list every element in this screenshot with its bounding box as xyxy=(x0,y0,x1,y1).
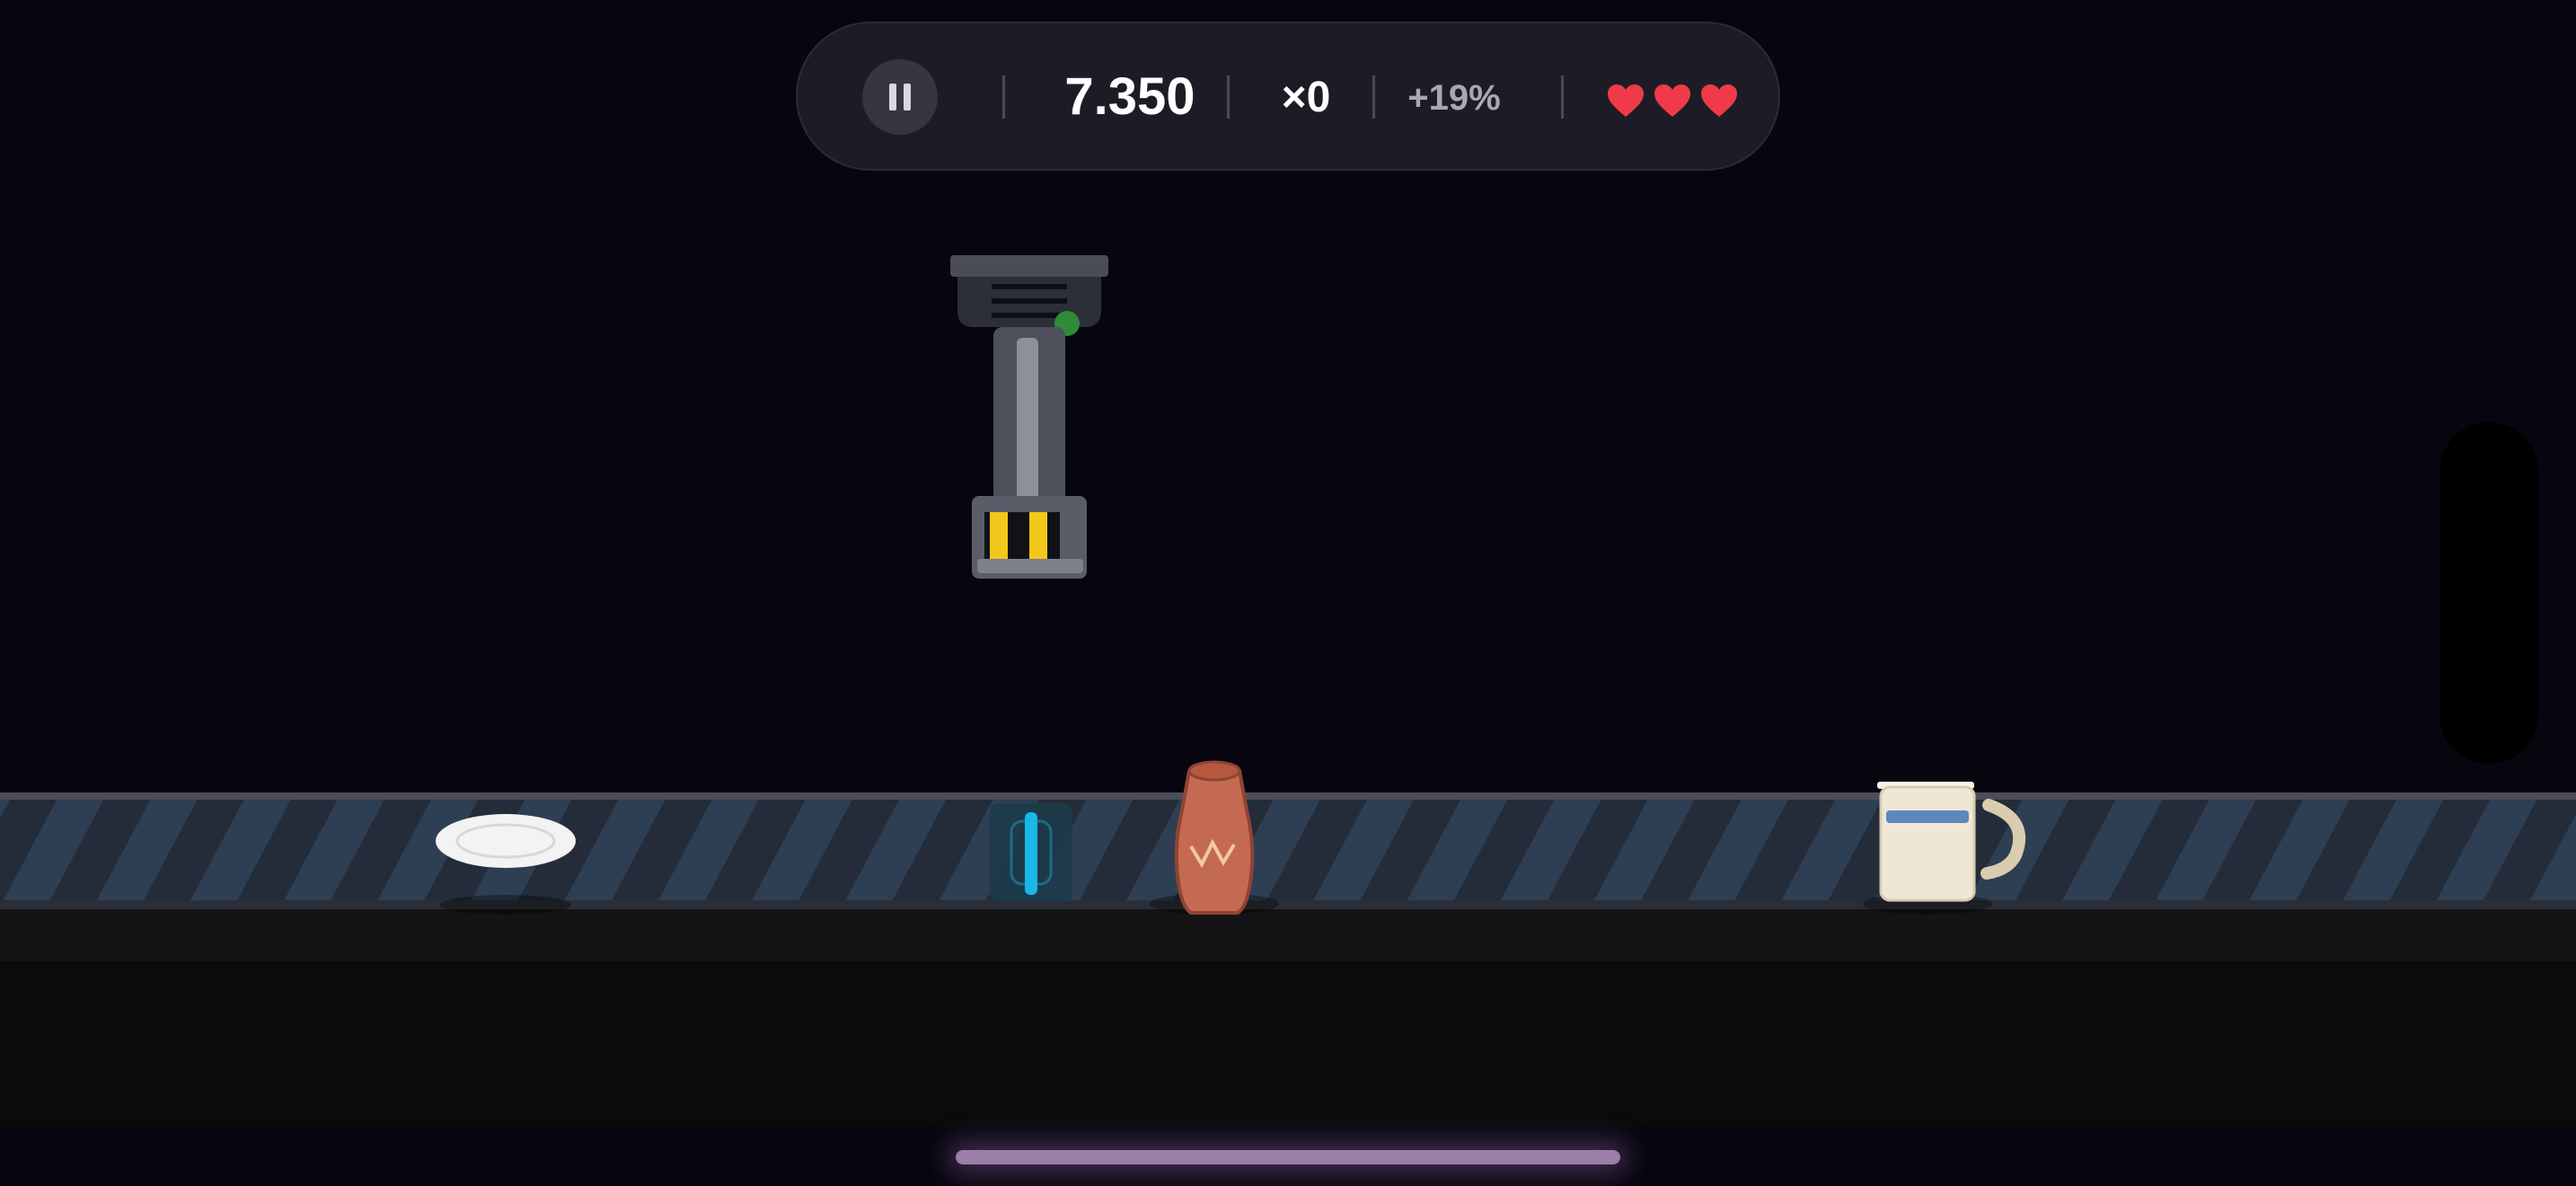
hud-divider xyxy=(1372,75,1375,119)
game-scene: 7.350 ×0 +19% xyxy=(0,0,2576,1186)
home-indicator[interactable] xyxy=(956,1150,1620,1164)
hud-divider xyxy=(1561,75,1564,119)
plate-icon[interactable] xyxy=(433,812,578,870)
hud-divider xyxy=(1002,75,1005,119)
floor xyxy=(0,909,2576,961)
vase-icon[interactable] xyxy=(1169,757,1259,915)
conveyor-rail xyxy=(0,792,2576,800)
item-shadow xyxy=(440,895,571,915)
heart-icon xyxy=(1608,84,1644,117)
lives-indicator xyxy=(1606,83,1739,119)
score-value: 7.350 xyxy=(1064,67,1195,126)
mug-icon[interactable] xyxy=(1875,780,2033,902)
ground xyxy=(0,961,2576,1127)
hud-bar: 7.350 ×0 +19% xyxy=(796,22,1780,171)
side-paddle[interactable] xyxy=(2439,422,2538,764)
bonus-percent: +19% xyxy=(1407,78,1501,118)
heart-icon xyxy=(1701,84,1737,117)
conveyor-rail xyxy=(0,900,2576,909)
battery-icon[interactable] xyxy=(988,801,1074,904)
pause-button[interactable] xyxy=(862,59,938,135)
pause-icon xyxy=(886,84,914,111)
conveyor-belt xyxy=(0,800,2576,902)
heart-icon xyxy=(1654,84,1690,117)
hud-divider xyxy=(1227,75,1230,119)
dispenser-press xyxy=(950,255,1108,579)
combo-multiplier: ×0 xyxy=(1281,74,1331,121)
